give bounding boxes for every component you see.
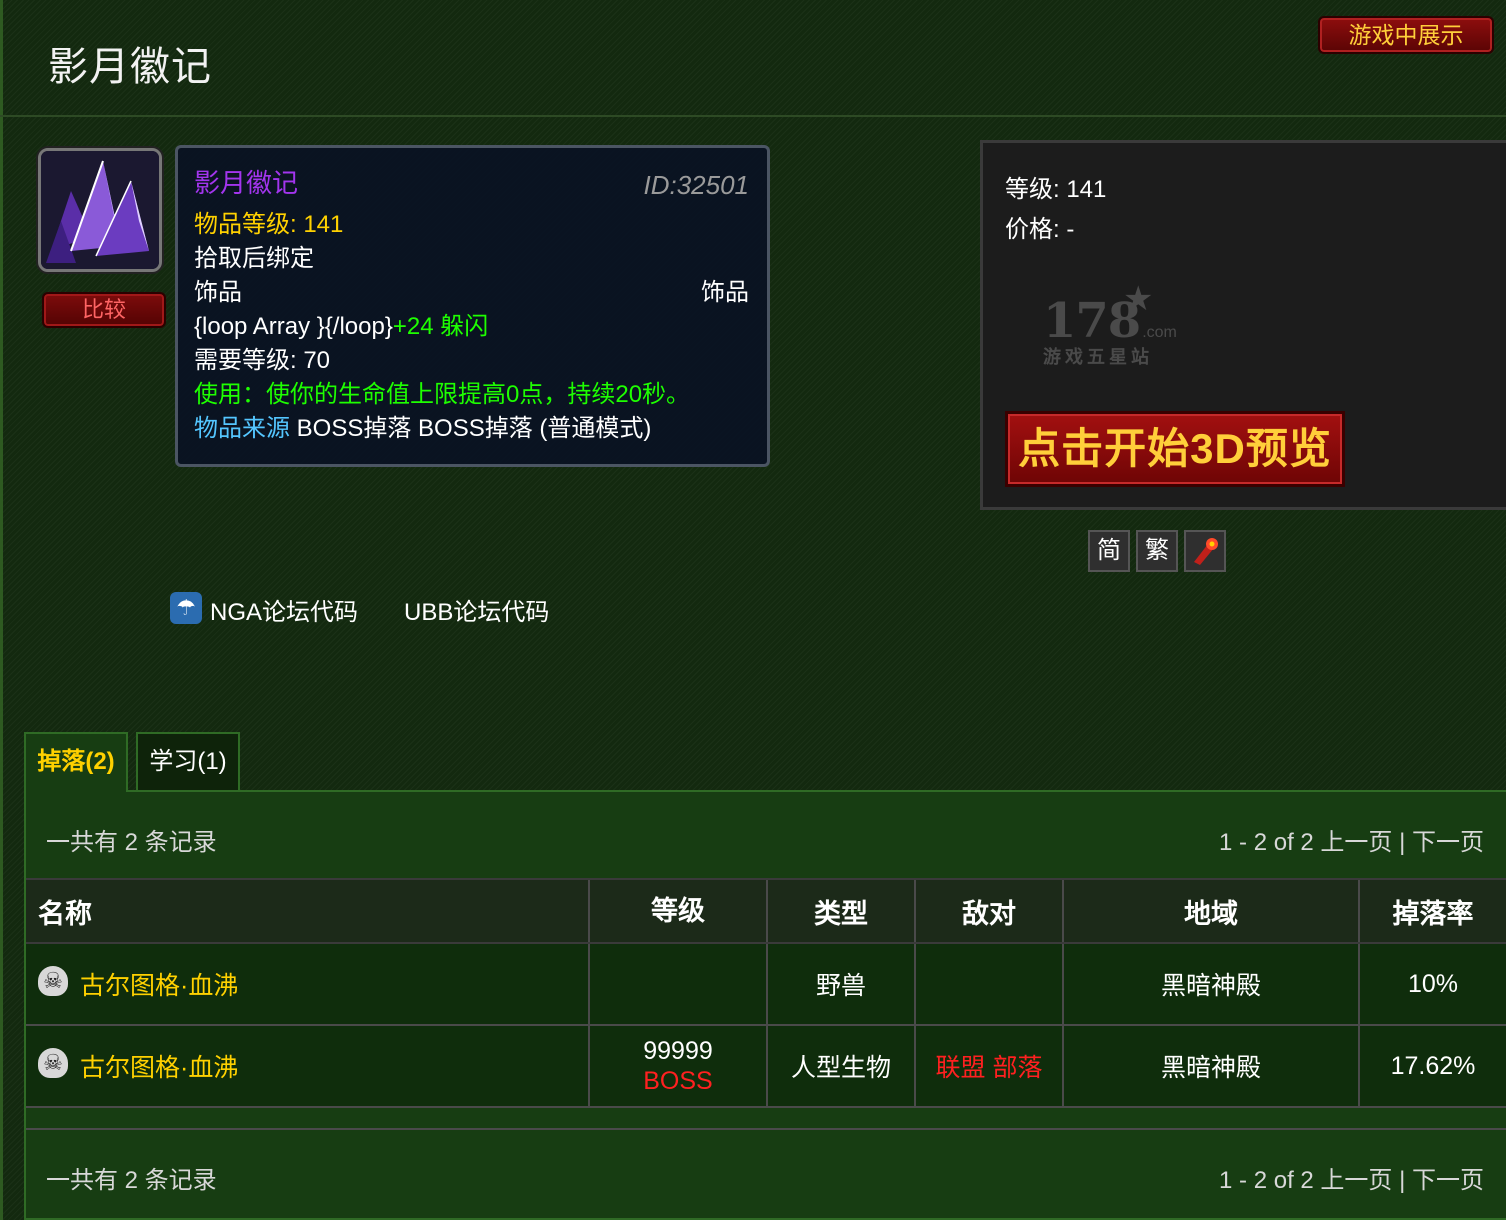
- item-level: 物品等级: 141: [194, 211, 344, 238]
- ubb-code-link[interactable]: UBB论坛代码: [404, 592, 549, 627]
- pagination-bottom[interactable]: 1 - 2 of 2 上一页 | 下一页: [1219, 1160, 1484, 1195]
- reaction-alliance: 联盟: [935, 1054, 986, 1082]
- item-slot: 饰品: [194, 279, 242, 306]
- npc-zone-link[interactable]: 黑暗神殿: [1062, 1026, 1358, 1106]
- drops-table: 名称 等级 类型 敌对 地域 掉落率 ☠ 古尔图格·血沸 野兽 黑暗神殿 10%: [26, 878, 1506, 1130]
- simplified-chinese-button[interactable]: 简: [1088, 530, 1130, 572]
- stat-bonus: +24 躲闪: [392, 313, 489, 340]
- column-name[interactable]: 名称: [26, 880, 588, 942]
- record-count: 一共有 2 条记录: [46, 829, 217, 856]
- tab-learn[interactable]: 学习(1): [136, 732, 240, 790]
- stat-prefix: {loop Array }{/loop}: [194, 313, 393, 340]
- watermark-domain: .com: [1142, 324, 1177, 341]
- nga-logo-icon: ☂: [170, 592, 202, 624]
- item-icon[interactable]: [38, 148, 162, 272]
- info-price: 价格: -: [1005, 216, 1075, 243]
- item-subtype: 饰品: [701, 279, 749, 306]
- drop-rate: 10%: [1358, 944, 1506, 1024]
- watermark-subtitle: 游戏五星站: [1043, 347, 1153, 367]
- tab-drops[interactable]: 掉落(2): [24, 732, 128, 792]
- reaction-cell: 联盟 部落: [914, 1026, 1062, 1106]
- npc-zone-link[interactable]: 黑暗神殿: [1062, 944, 1358, 1024]
- site-watermark-logo: 178 .com ★ 游戏五星站: [1043, 280, 1177, 369]
- item-tooltip: 影月徽记 ID:32501 物品等级: 141 拾取后绑定 饰品 饰品 {loo…: [175, 145, 770, 467]
- record-count-bottom: 一共有 2 条记录: [46, 1167, 217, 1194]
- drop-rate: 17.62%: [1358, 1026, 1506, 1106]
- purple-crystal-icon: [41, 151, 159, 269]
- skull-icon: ☠: [38, 966, 68, 996]
- npc-name-link[interactable]: 古尔图格·血沸: [80, 966, 238, 1002]
- column-type[interactable]: 类型: [766, 880, 914, 942]
- traditional-chinese-button[interactable]: 繁: [1136, 530, 1178, 572]
- npc-type: 人型生物: [766, 1026, 914, 1106]
- npc-level-tag: BOSS: [643, 1067, 713, 1095]
- table-header: 名称 等级 类型 敌对 地域 掉落率: [26, 878, 1506, 944]
- table-footer-spacer: [26, 1108, 1506, 1130]
- table-row: ☠ 古尔图格·血沸 99999 BOSS 人型生物 联盟 部落 黑暗神殿 17.…: [26, 1026, 1506, 1108]
- reaction-horde: 部落: [992, 1054, 1043, 1082]
- item-source: 物品来源 BOSS掉落 BOSS掉落 (普通模式): [194, 414, 651, 444]
- pagination[interactable]: 1 - 2 of 2 上一页 | 下一页: [1219, 822, 1484, 857]
- level-cell: 99999 BOSS: [588, 1026, 766, 1106]
- item-stat: {loop Array }{/loop}+24 躲闪: [194, 312, 488, 342]
- reaction-cell: [914, 944, 1062, 1024]
- compare-button[interactable]: 比较: [42, 292, 166, 328]
- required-level: 需要等级: 70: [194, 347, 331, 374]
- skull-icon: ☠: [38, 1048, 68, 1078]
- wowhead-tool-icon: [1194, 538, 1218, 565]
- nga-code-link[interactable]: NGA论坛代码: [210, 592, 358, 627]
- column-level[interactable]: 等级: [588, 880, 766, 942]
- column-reaction[interactable]: 敌对: [914, 880, 1062, 942]
- level-cell: [588, 944, 766, 1024]
- divider: [0, 115, 1506, 117]
- star-icon: ★: [1123, 280, 1154, 318]
- source-label: 物品来源: [194, 415, 290, 442]
- tool-button[interactable]: [1184, 530, 1226, 572]
- item-id: ID:32501: [643, 170, 749, 200]
- item-name: 影月徽记: [194, 168, 299, 198]
- 3d-preview-button[interactable]: 点击开始3D预览: [1005, 411, 1345, 487]
- npc-cell: ☠ 古尔图格·血沸: [26, 1026, 588, 1106]
- source-value: BOSS掉落 BOSS掉落 (普通模式): [290, 415, 652, 442]
- info-level: 等级: 141: [1005, 176, 1107, 203]
- column-drop-rate[interactable]: 掉落率: [1358, 880, 1506, 942]
- npc-level: 99999: [643, 1037, 713, 1065]
- item-info-panel: 等级: 141 价格: - 178 .com ★ 游戏五星站 点击开始3D预览: [980, 140, 1506, 510]
- column-zone[interactable]: 地域: [1062, 880, 1358, 942]
- npc-cell: ☠ 古尔图格·血沸: [26, 944, 588, 1024]
- table-row: ☠ 古尔图格·血沸 野兽 黑暗神殿 10%: [26, 944, 1506, 1026]
- bind-type: 拾取后绑定: [194, 245, 314, 272]
- page-title: 影月徽记: [48, 45, 212, 89]
- show-in-game-button[interactable]: 游戏中展示: [1318, 16, 1494, 54]
- use-effect: 使用：使你的生命值上限提高0点，持续20秒。: [194, 381, 691, 408]
- drops-panel: 一共有 2 条记录 1 - 2 of 2 上一页 | 下一页 名称 等级 类型 …: [24, 790, 1506, 1220]
- npc-name-link[interactable]: 古尔图格·血沸: [80, 1048, 238, 1084]
- npc-type: 野兽: [766, 944, 914, 1024]
